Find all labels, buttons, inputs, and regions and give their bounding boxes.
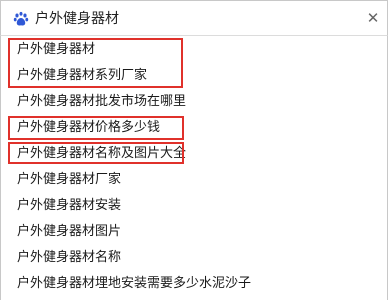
search-input[interactable]: 户外健身器材 — [35, 9, 119, 29]
search-bar[interactable]: 户外健身器材 ✕ — [0, 0, 388, 36]
suggestion-item[interactable]: 户外健身器材 — [17, 40, 95, 60]
suggestion-item[interactable]: 户外健身器材埋地安装需要多少水泥沙子 — [17, 274, 251, 294]
suggestion-item[interactable]: 户外健身器材图片 — [17, 222, 121, 242]
baidu-paw-icon — [13, 11, 29, 27]
suggestion-item[interactable]: 户外健身器材名称 — [17, 248, 121, 268]
suggestion-item[interactable]: 户外健身器材价格多少钱 — [17, 118, 160, 138]
suggestion-item[interactable]: 户外健身器材厂家 — [17, 170, 121, 190]
suggestion-item[interactable]: 户外健身器材名称及图片大全 — [17, 144, 186, 164]
suggestion-item[interactable]: 户外健身器材安装 — [17, 196, 121, 216]
suggestion-item[interactable]: 户外健身器材批发市场在哪里 — [17, 92, 186, 112]
suggestion-dropdown: 户外健身器材 户外健身器材系列厂家 户外健身器材批发市场在哪里 户外健身器材价格… — [0, 36, 388, 300]
close-icon[interactable]: ✕ — [365, 9, 381, 27]
suggestion-item[interactable]: 户外健身器材系列厂家 — [17, 66, 147, 86]
